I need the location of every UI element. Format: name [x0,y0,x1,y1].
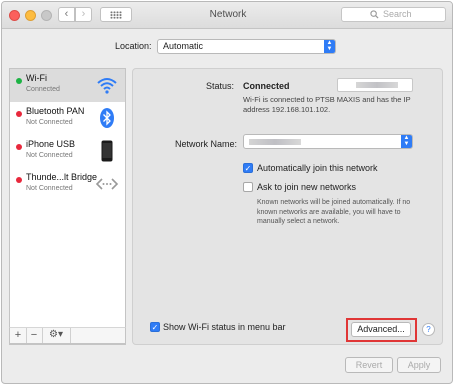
ask-join-hint: Known networks will be joined automatica… [257,199,411,225]
search-icon [370,10,379,19]
gear-icon[interactable]: ⚙▾ [42,328,71,343]
service-status: Not Connected [26,152,73,159]
location-label: Location: [115,41,152,51]
service-item-bluetooth-pan[interactable]: Bluetooth PAN Not Connected [10,102,125,135]
service-status: Not Connected [26,185,73,192]
location-value: Automatic [163,41,204,51]
service-item-wifi[interactable]: Wi-Fi Connected [10,69,125,102]
service-name: Bluetooth PAN [26,106,85,116]
popup-arrows-icon: ▲ ▼ [401,135,412,148]
bluetooth-icon [100,108,114,128]
popup-arrows-icon: ▲ ▼ [324,40,335,53]
search-placeholder: Search [383,9,412,19]
service-list: Wi-Fi Connected Bluetooth PAN Not Connec… [9,68,126,345]
show-wifi-status-checkbox[interactable]: ✓ [150,322,160,332]
service-item-thunderbolt-bridge[interactable]: Thunde...lt Bridge Not Connected [10,168,125,201]
status-label: Status: [206,81,235,91]
service-status: Not Connected [26,119,73,126]
apply-button[interactable]: Apply [397,357,441,373]
service-list-toolbar: + − ⚙▾ [9,327,126,344]
search-field[interactable]: Search [341,7,446,22]
status-dot [16,111,22,117]
iphone-icon [101,140,113,162]
status-description: Wi-Fi is connected to PTSB MAXIS and has… [243,95,411,114]
title-bar: ‹ › Network Search [2,2,452,29]
service-name: Wi-Fi [26,73,47,83]
help-button[interactable]: ? [422,323,435,336]
auto-join-label[interactable]: Automatically join this network [257,163,378,173]
redacted-network-name [249,139,301,145]
wifi-icon [97,78,117,94]
add-service-button[interactable]: + [10,328,27,343]
status-dot [16,78,22,84]
annotation-highlight-box [346,318,417,342]
network-name-label: Network Name: [175,139,238,149]
status-dot [16,144,22,150]
checkmark-icon: ✓ [244,164,252,173]
status-value: Connected [243,81,290,91]
turn-wifi-button-redacted[interactable] [337,78,413,92]
service-status: Connected [26,86,60,93]
service-item-iphone-usb[interactable]: iPhone USB Not Connected [10,135,125,168]
thunderbolt-bridge-icon [95,178,119,190]
ask-join-checkbox[interactable] [243,182,253,192]
redacted-text [356,82,398,88]
service-name: Thunde...lt Bridge [26,172,98,182]
ask-join-label[interactable]: Ask to join new networks [257,182,356,192]
service-name: iPhone USB [26,139,76,149]
remove-service-button[interactable]: − [26,328,43,343]
auto-join-checkbox[interactable]: ✓ [243,163,253,173]
checkmark-icon: ✓ [151,323,159,332]
revert-button[interactable]: Revert [345,357,393,373]
network-name-select[interactable]: ▲ ▼ [243,134,413,149]
status-dot [16,177,22,183]
location-select[interactable]: Automatic ▲ ▼ [157,39,336,54]
show-wifi-status-label[interactable]: Show Wi-Fi status in menu bar [163,322,286,332]
